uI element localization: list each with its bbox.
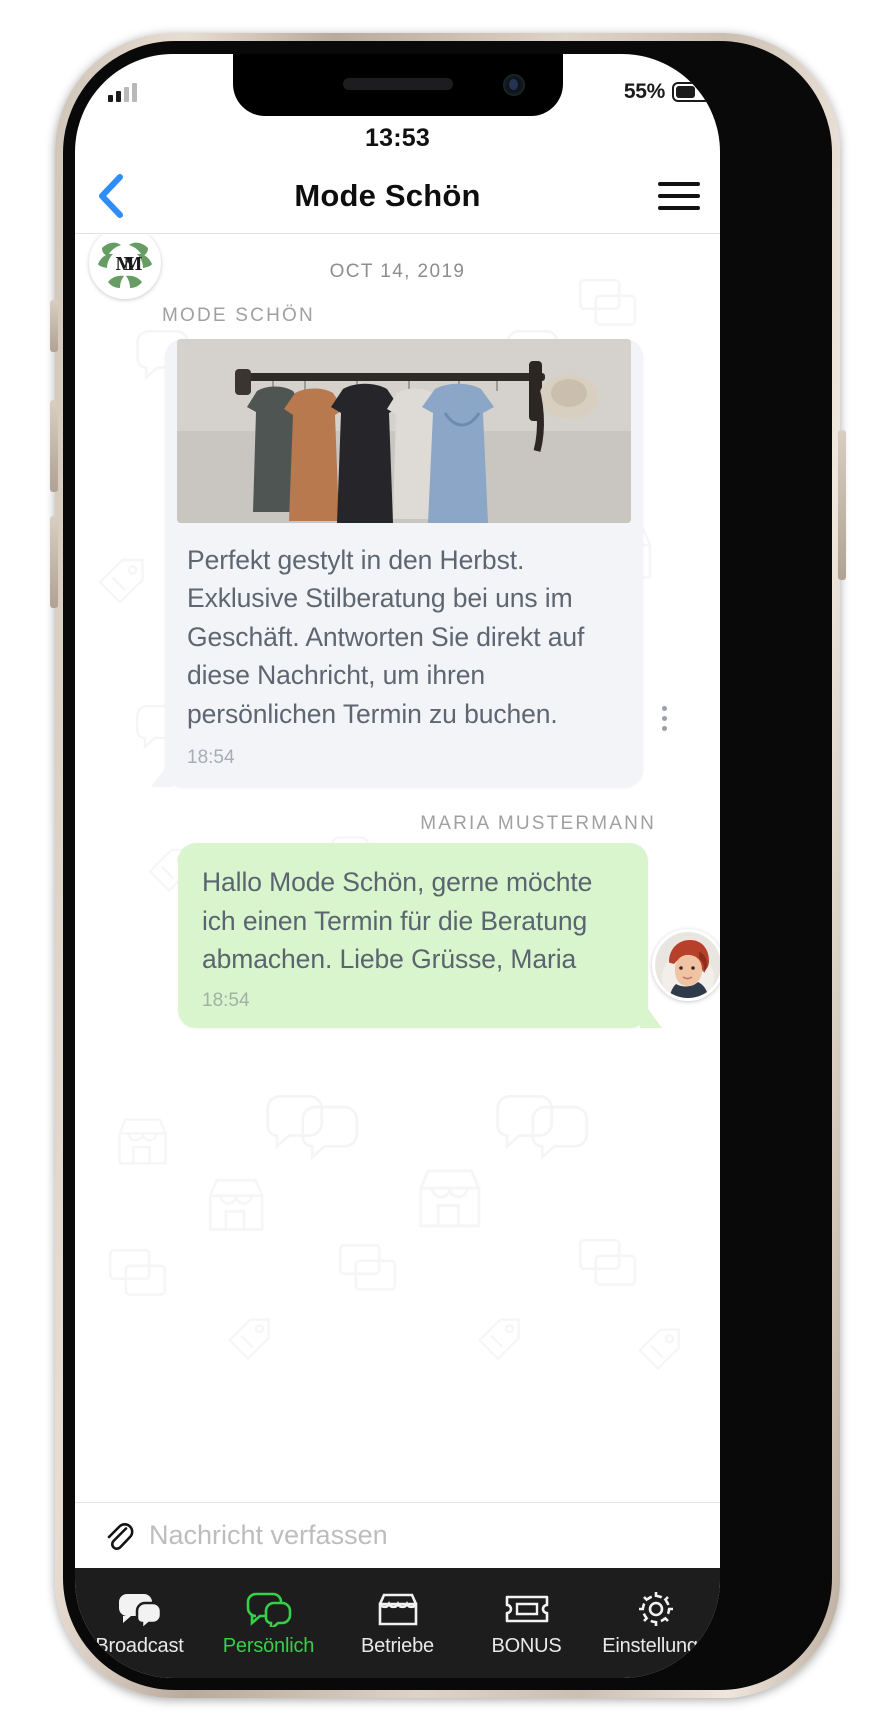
paperclip-icon[interactable]	[101, 1519, 135, 1553]
svg-text:M: M	[124, 253, 143, 275]
chat-scroll-area[interactable]: OCT 14, 2019 MODE SCHÖN Perfekt gestylt …	[75, 235, 720, 1502]
hamburger-menu-icon-bar	[658, 193, 700, 198]
tab-persoenlich[interactable]: Persönlich	[204, 1589, 333, 1658]
message-composer[interactable]	[75, 1502, 720, 1568]
message-row-outgoing: MARIA MUSTERMANN Hallo Mode Schön, gerne…	[75, 813, 720, 1029]
bottom-tab-bar: Broadcast Persönlich Betriebe BONUS Eins…	[75, 1568, 720, 1678]
hamburger-menu-button[interactable]	[638, 181, 720, 210]
tab-betriebe[interactable]: Betriebe	[333, 1589, 462, 1658]
screenshot-root: 55% 13:53 Mode Schön OCT 14, 2019 MODE S…	[0, 0, 896, 1731]
speech-bubbles-icon	[117, 1589, 163, 1629]
message-bubble-outgoing[interactable]: Hallo Mode Schön, gerne möchte ich einen…	[178, 843, 720, 1029]
clothes-rack-photo	[177, 339, 631, 523]
tab-label: Einstellunge	[602, 1634, 709, 1657]
message-body: Hallo Mode Schön, gerne möchte ich einen…	[178, 843, 648, 978]
message-text: Perfekt gestylt in den Herbst. Exklusive…	[187, 545, 585, 729]
ticket-icon	[504, 1589, 550, 1629]
chevron-left-icon	[96, 172, 126, 220]
message-row-incoming: MODE SCHÖN Perfekt gestylt in den Herbst…	[75, 235, 720, 788]
avatar[interactable]: M M	[89, 235, 161, 299]
power-button[interactable]	[838, 430, 846, 580]
date-separator: OCT 14, 2019	[329, 261, 466, 282]
mode-schoen-logo-avatar: M M	[92, 235, 158, 296]
volume-up-button[interactable]	[50, 400, 58, 492]
message-body: Perfekt gestylt in den Herbst. Exklusive…	[165, 523, 643, 733]
navigation-bar: Mode Schön	[75, 158, 720, 234]
phone-screen: 55% 13:53 Mode Schön OCT 14, 2019 MODE S…	[75, 54, 720, 1678]
clock-label: 13:53	[365, 124, 430, 152]
tab-label: Broadcast	[95, 1634, 184, 1657]
silent-switch[interactable]	[50, 300, 58, 352]
message-input[interactable]	[149, 1520, 694, 1551]
message-time: 18:54	[202, 990, 250, 1012]
hamburger-menu-icon-bar	[658, 205, 700, 210]
maria-mustermann-photo-avatar	[655, 932, 720, 999]
hamburger-menu-icon-bar	[658, 181, 700, 186]
message-time: 18:54	[187, 747, 235, 769]
bubble-tail	[151, 757, 173, 788]
gear-icon	[636, 1589, 676, 1629]
status-bar-right: 55%	[623, 80, 716, 104]
tab-bonus[interactable]: BONUS	[462, 1589, 591, 1658]
notch	[232, 54, 563, 116]
message-bubble-incoming[interactable]: Perfekt gestylt in den Herbst. Exklusive…	[151, 339, 667, 788]
tab-label: Persönlich	[222, 1634, 315, 1657]
battery-percent-label: 55%	[623, 80, 665, 103]
earpiece-speaker	[342, 78, 453, 90]
tab-label: Betriebe	[361, 1634, 434, 1657]
page-title: Mode Schön	[294, 177, 481, 213]
storefront-icon	[376, 1589, 420, 1629]
speech-bubbles-icon	[246, 1589, 292, 1629]
message-sender-name: MARIA MUSTERMANN	[420, 813, 656, 835]
tab-label: BONUS	[491, 1634, 562, 1657]
volume-down-button[interactable]	[50, 516, 58, 608]
message-sender-name: MODE SCHÖN	[162, 305, 315, 326]
vertical-dots-icon[interactable]	[662, 706, 667, 732]
front-camera	[502, 74, 525, 96]
message-image[interactable]	[177, 339, 631, 523]
tab-einstellungen[interactable]: Einstellunge	[591, 1589, 720, 1658]
message-text: Hallo Mode Schön, gerne möchte ich einen…	[202, 867, 593, 974]
tab-broadcast[interactable]: Broadcast	[75, 1589, 204, 1658]
cellular-signal-icon	[108, 83, 137, 102]
battery-icon	[672, 82, 716, 102]
bubble-tail	[640, 998, 662, 1029]
avatar[interactable]	[652, 929, 720, 1002]
